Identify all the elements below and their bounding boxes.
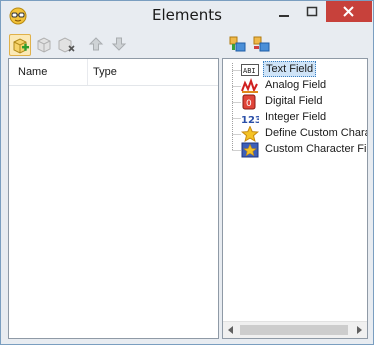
tree-connector-lines xyxy=(232,63,241,151)
title-bar[interactable]: Elements xyxy=(1,1,373,32)
tree-item-label: Analog Field xyxy=(265,79,327,91)
edit-element-icon xyxy=(37,37,51,53)
element-list[interactable]: Name Type xyxy=(8,58,219,339)
expand-tree-button[interactable] xyxy=(227,34,247,54)
close-icon xyxy=(343,6,354,17)
svg-text:123: 123 xyxy=(241,115,259,126)
maximize-button[interactable] xyxy=(299,1,326,23)
edit-element-button[interactable] xyxy=(34,34,54,54)
close-button[interactable] xyxy=(326,1,372,22)
tree-item-label: Text Field xyxy=(263,61,317,77)
tree-item-label: Digital Field xyxy=(265,95,323,107)
svg-text:ABI: ABI xyxy=(243,67,256,75)
list-header: Name Type xyxy=(9,59,218,86)
analog-field-icon xyxy=(241,78,258,93)
delete-element-button[interactable] xyxy=(56,34,76,54)
move-down-button[interactable] xyxy=(109,34,129,54)
maximize-icon xyxy=(306,6,318,17)
tree-item-label: Custom Character Fi xyxy=(265,143,367,155)
svg-text:0: 0 xyxy=(246,99,252,109)
tree-item-label: Define Custom Chara xyxy=(265,127,368,139)
scroll-thumb[interactable] xyxy=(240,325,348,335)
integer-field-icon: 123 xyxy=(241,115,259,126)
expand-tree-icon xyxy=(229,36,246,52)
minimize-icon xyxy=(279,15,289,17)
custom-character-icon xyxy=(241,142,259,158)
new-element-icon xyxy=(13,38,29,54)
new-element-button[interactable] xyxy=(9,34,31,56)
elements-window: Elements Name Type ABI Text Field Analog… xyxy=(0,0,374,345)
move-up-button[interactable] xyxy=(86,34,106,54)
collapse-tree-button[interactable] xyxy=(251,34,271,54)
column-header-type[interactable]: Type xyxy=(93,66,117,78)
column-separator[interactable] xyxy=(87,59,88,85)
element-type-tree[interactable]: ABI Text Field Analog Field 0 Digital Fi… xyxy=(222,58,368,339)
move-up-icon xyxy=(88,37,104,51)
scroll-right-icon[interactable] xyxy=(357,326,362,334)
digital-field-icon: 0 xyxy=(242,94,256,110)
collapse-tree-icon xyxy=(253,36,270,52)
horizontal-scrollbar[interactable] xyxy=(223,321,367,338)
tree-item-label: Integer Field xyxy=(265,111,327,123)
move-down-icon xyxy=(111,37,127,51)
column-header-name[interactable]: Name xyxy=(18,66,47,78)
minimize-button[interactable] xyxy=(269,1,299,23)
star-icon xyxy=(241,126,259,142)
delete-element-icon xyxy=(58,37,75,53)
text-field-icon: ABI xyxy=(241,64,259,76)
scroll-left-icon[interactable] xyxy=(228,326,233,334)
